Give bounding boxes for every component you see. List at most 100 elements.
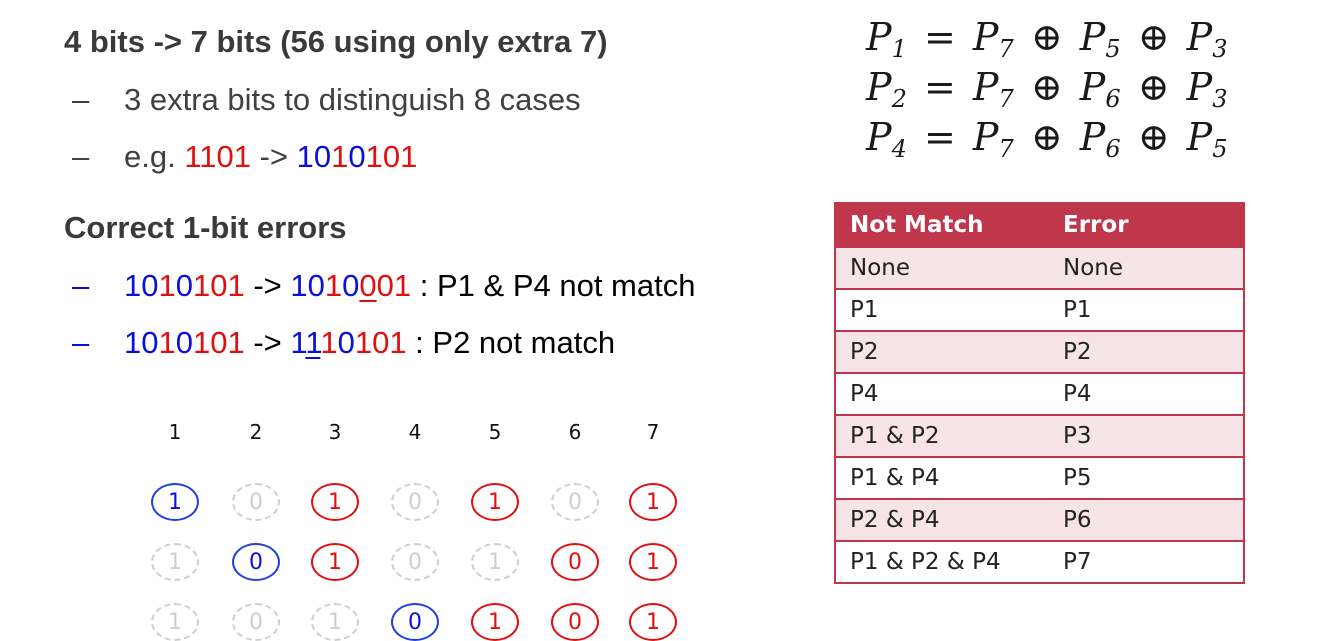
cell-not-match: P1 & P4 <box>850 465 940 491</box>
bit-circle: 0 <box>391 483 439 521</box>
code-bit: 0 <box>376 268 394 303</box>
xor-icon: ⊕ <box>1030 65 1063 109</box>
cell-not-match: None <box>850 255 911 281</box>
table-row: P1 P1 <box>836 288 1243 330</box>
column-number: 4 <box>408 420 422 444</box>
cell-not-match: P2 <box>850 339 879 365</box>
header-not-match: Not Match <box>850 212 984 238</box>
code-from: 1010101 <box>124 325 245 360</box>
bit-circle: 0 <box>551 603 599 641</box>
bit-circle: 1 <box>471 603 519 641</box>
bit-circle: 1 <box>311 483 359 521</box>
arrow: -> <box>244 268 291 303</box>
column-number: 6 <box>568 420 582 444</box>
bit-circle: 1 <box>471 483 519 521</box>
code-bit: 1 <box>227 268 245 303</box>
cell-error: P1 <box>1063 297 1092 323</box>
p-sub: 2 <box>891 85 907 113</box>
xor-icon: ⊕ <box>1030 15 1063 59</box>
cell-error: P3 <box>1063 423 1092 449</box>
p-symbol: P <box>1079 65 1106 109</box>
table-row: P1 & P2 & P4 P7 <box>836 540 1243 582</box>
p-sub: 5 <box>1105 35 1121 63</box>
column-number: 5 <box>488 420 502 444</box>
bit-circle: 1 <box>629 543 677 581</box>
bullet-error-p1-p4: –1010101 -> 1010001 : P1 & P4 not match <box>72 268 695 304</box>
p-sub: 3 <box>1212 35 1228 63</box>
code-bit: 0 <box>342 268 360 303</box>
code-bit: 0 <box>313 139 332 174</box>
example-prefix: e.g. <box>124 139 185 174</box>
bit-circle: 0 <box>232 603 280 641</box>
p-sub: 3 <box>1212 85 1228 113</box>
formula-p4: P4 = P7 ⊕ P6 ⊕ P5 <box>866 118 1228 161</box>
mismatch-desc: : P2 not match <box>406 325 616 360</box>
example-arrow: -> <box>251 139 297 174</box>
code-bit: 1 <box>389 325 407 360</box>
bit-circle: 1 <box>151 603 199 641</box>
heading-expansion: 4 bits -> 7 bits (56 using only extra 7) <box>64 24 608 59</box>
bit-circle: 1 <box>629 483 677 521</box>
p-sub: 6 <box>1105 85 1121 113</box>
code-bit: 0 <box>210 325 228 360</box>
table-row: P2 & P4 P6 <box>836 498 1243 540</box>
code-bit: 0 <box>175 268 193 303</box>
p-sub: 7 <box>998 135 1014 163</box>
bit-circle: 1 <box>151 543 199 581</box>
code-bit: 0 <box>372 325 390 360</box>
p-symbol: P <box>1186 15 1213 59</box>
code-bit: 1 <box>158 325 176 360</box>
xor-icon: ⊕ <box>1137 65 1170 109</box>
p-symbol: P <box>972 15 999 59</box>
p-symbol: P <box>972 115 999 159</box>
code-bit: 1 <box>193 268 211 303</box>
code-bit: 0 <box>348 139 366 174</box>
cell-not-match: P1 & P2 <box>850 423 940 449</box>
code-bit: 0 <box>141 268 159 303</box>
cell-error: P4 <box>1063 381 1092 407</box>
code-bit: 1 <box>324 268 343 303</box>
p-symbol: P <box>1186 65 1213 109</box>
p-sub: 7 <box>998 35 1014 63</box>
p-sub: 5 <box>1212 135 1228 163</box>
p-sub: 4 <box>891 135 907 163</box>
code-bit: 0 <box>307 268 325 303</box>
column-number: 2 <box>249 420 263 444</box>
column-number: 7 <box>646 420 660 444</box>
code-to: 1110101 <box>290 325 406 360</box>
bullet-extra-bits: –3 extra bits to distinguish 8 cases <box>72 82 581 118</box>
code-from: 1010101 <box>124 268 245 303</box>
xor-icon: ⊕ <box>1137 15 1170 59</box>
cell-error: P5 <box>1063 465 1092 491</box>
code-bit: 1 <box>296 139 314 174</box>
column-number: 3 <box>328 420 342 444</box>
code-bit: 0 <box>337 325 355 360</box>
code-bit: 1 <box>227 325 245 360</box>
bit-circle: 1 <box>151 483 199 521</box>
xor-icon: ⊕ <box>1030 115 1063 159</box>
code-bit: 1 <box>193 325 211 360</box>
table-row: P4 P4 <box>836 372 1243 414</box>
cell-error: None <box>1063 255 1124 281</box>
code-bit: 1 <box>290 325 306 360</box>
bullet-text: 3 extra bits to distinguish 8 cases <box>124 82 581 117</box>
p-symbol: P <box>866 15 892 59</box>
formula-p1: P1 = P7 ⊕ P5 ⊕ P3 <box>866 18 1228 61</box>
cell-not-match: P1 <box>850 297 879 323</box>
code-bit: 0 <box>382 139 401 174</box>
arrow: -> <box>244 325 291 360</box>
table-row: P1 & P4 P5 <box>836 456 1243 498</box>
code-bit: 1 <box>331 139 349 174</box>
cell-not-match: P1 & P2 & P4 <box>850 549 1001 575</box>
example-code: 1010101 <box>297 139 418 174</box>
bit-circle: 1 <box>471 543 519 581</box>
code-bit: 0 <box>141 325 159 360</box>
bullet-dash: – <box>72 139 90 174</box>
p-symbol: P <box>866 115 892 159</box>
example-data-bits: 1101 <box>184 139 251 174</box>
table-header: Not Match Error <box>836 204 1243 246</box>
bit-circle: 0 <box>391 603 439 641</box>
bit-circle: 0 <box>391 543 439 581</box>
header-error: Error <box>1063 212 1129 238</box>
equals: = <box>923 65 956 109</box>
